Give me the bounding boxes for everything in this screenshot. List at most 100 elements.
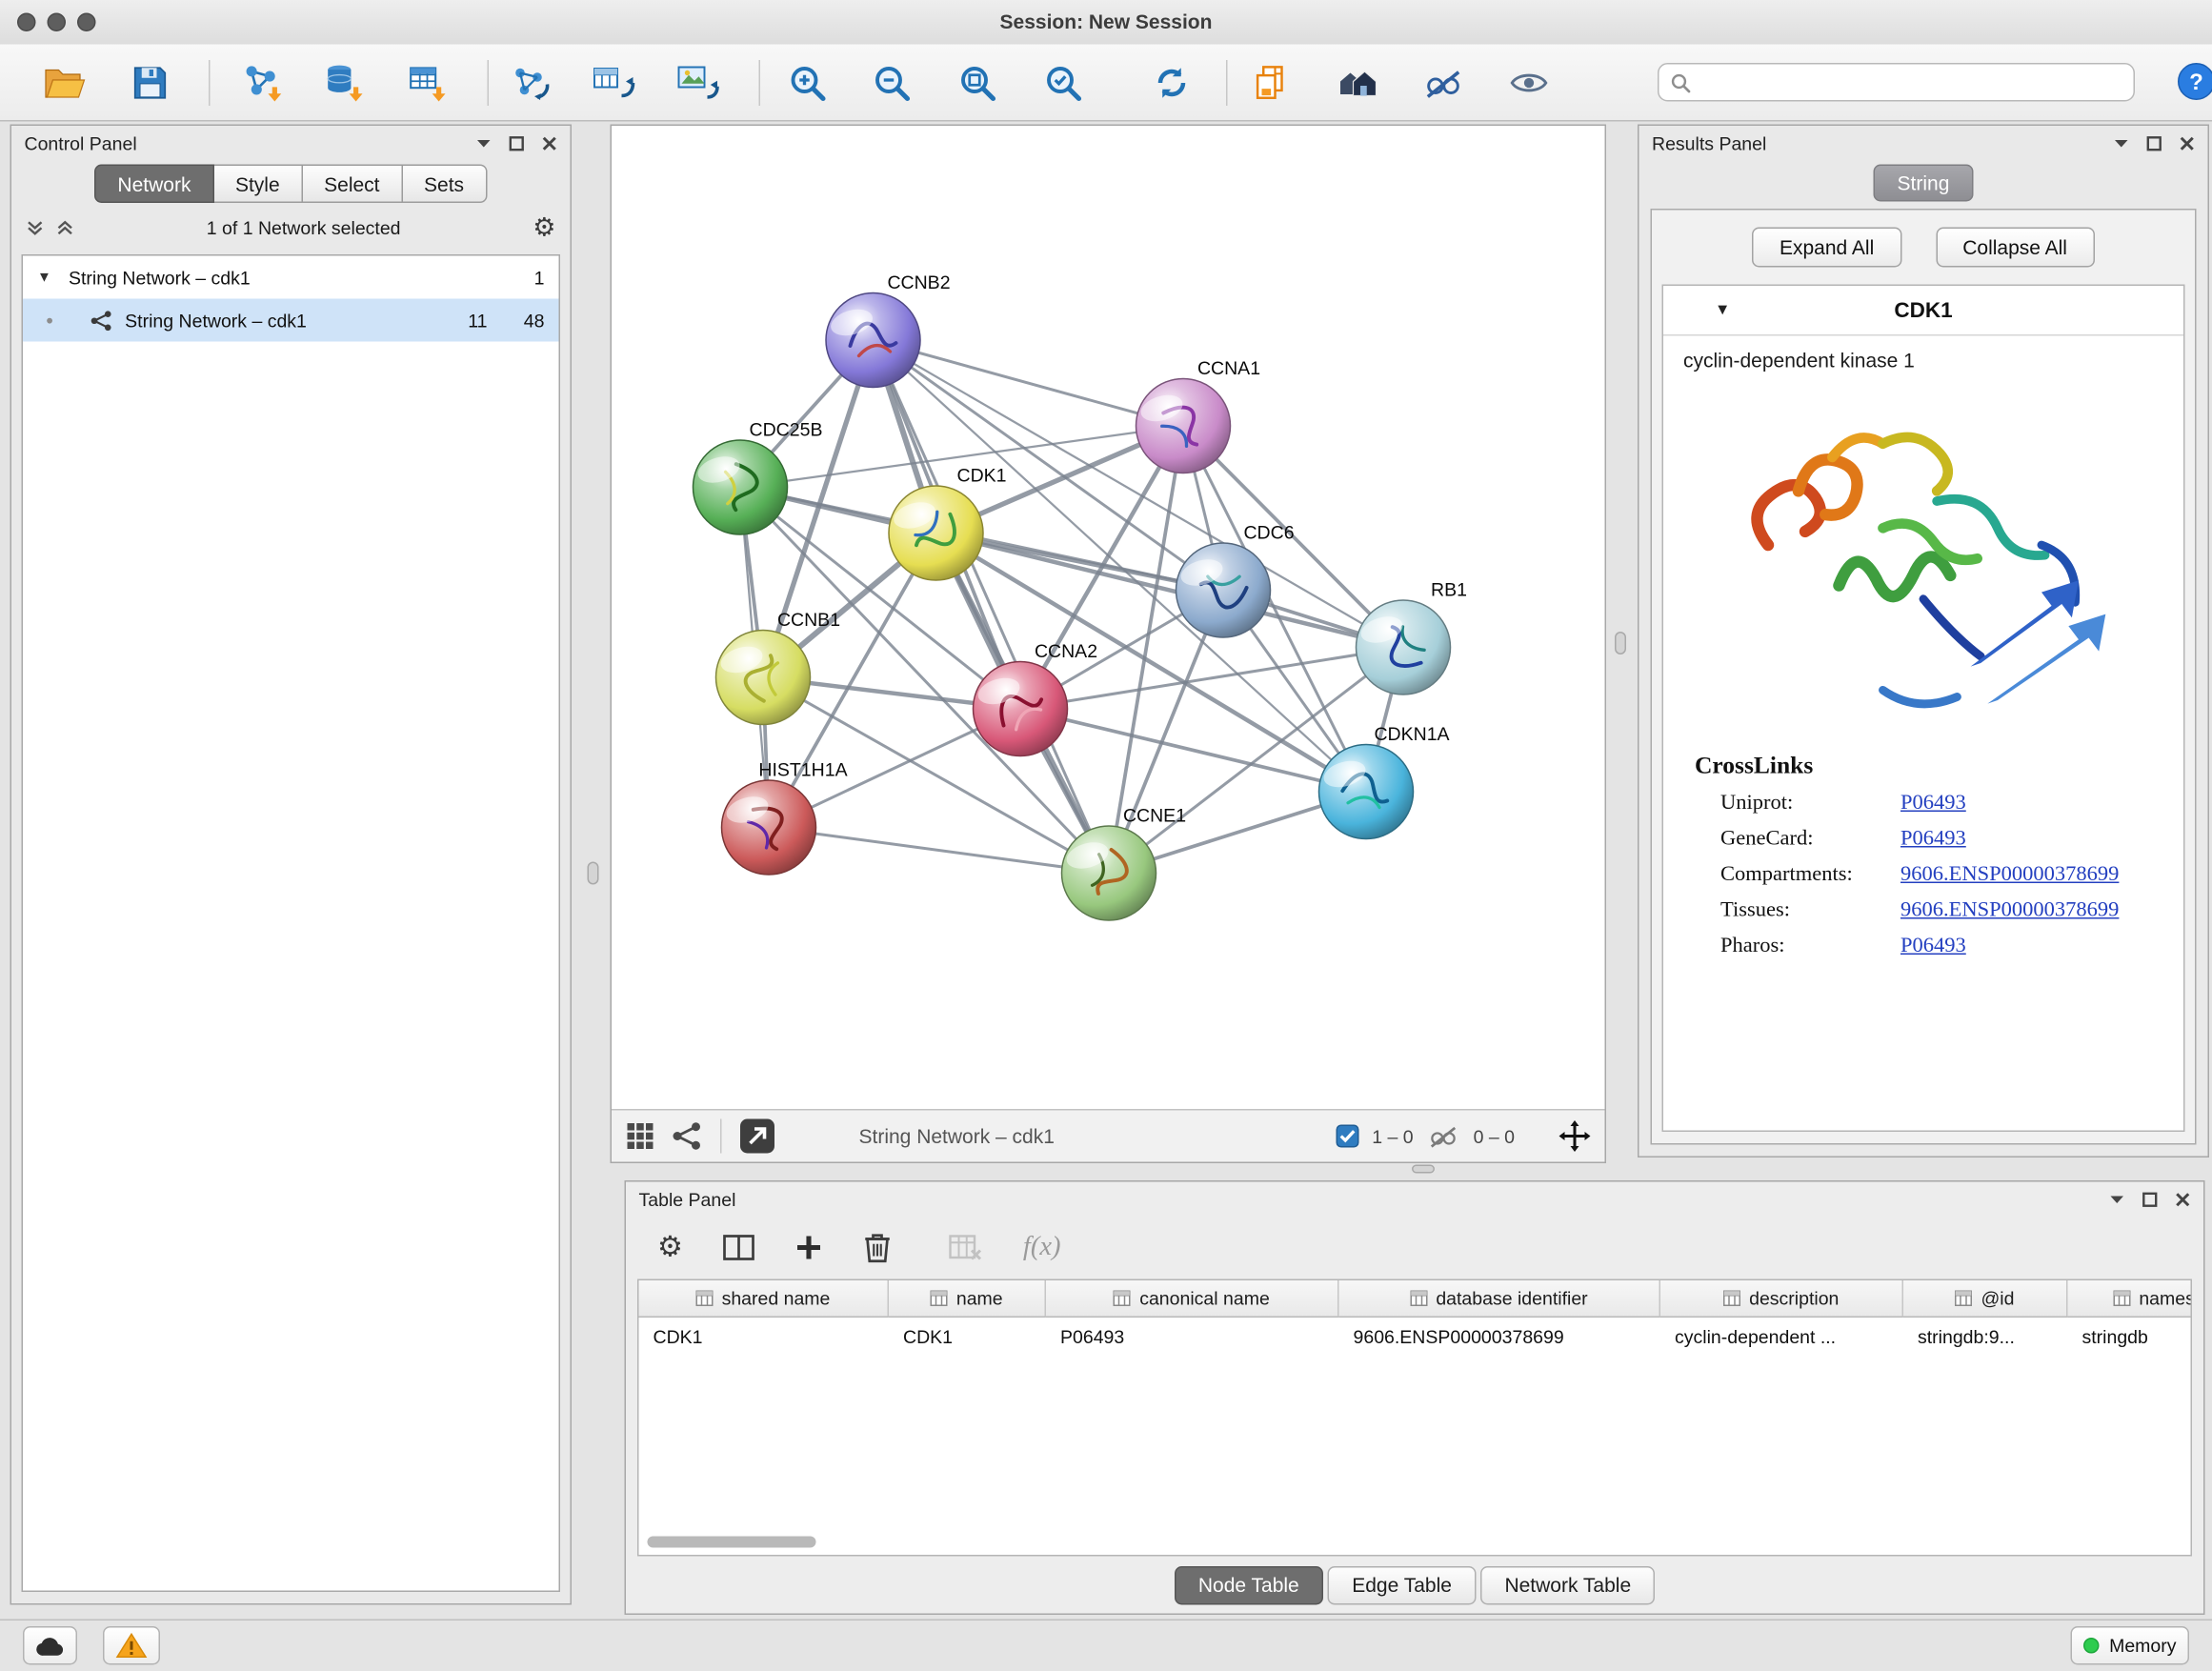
panel-menu-icon[interactable] bbox=[476, 137, 493, 149]
network-overview-button[interactable] bbox=[672, 1122, 703, 1151]
function-builder-button[interactable]: f(x) bbox=[1023, 1232, 1061, 1263]
column-header-database-identifier[interactable]: database identifier bbox=[1339, 1280, 1661, 1318]
cloud-status-button[interactable] bbox=[23, 1626, 77, 1665]
panel-float-icon[interactable] bbox=[509, 135, 525, 151]
add-column-button[interactable] bbox=[794, 1234, 823, 1262]
gear-icon[interactable]: ⚙ bbox=[533, 214, 555, 240]
zoom-fit-button[interactable] bbox=[945, 50, 1011, 115]
horizontal-scrollbar[interactable] bbox=[648, 1537, 816, 1548]
expand-all-networks-icon[interactable] bbox=[26, 218, 45, 237]
network-edge[interactable] bbox=[769, 828, 1109, 874]
zoom-out-button[interactable] bbox=[859, 50, 925, 115]
save-session-button[interactable] bbox=[117, 50, 183, 115]
collapse-all-button[interactable]: Collapse All bbox=[1936, 228, 2095, 268]
show-columns-button[interactable] bbox=[723, 1234, 754, 1262]
network-node-CDC25B[interactable] bbox=[694, 440, 788, 534]
network-node-CCNA1[interactable] bbox=[1136, 379, 1231, 473]
column-header-shared-name[interactable]: shared name bbox=[639, 1280, 890, 1318]
network-node-CDK1[interactable] bbox=[889, 486, 983, 580]
column-header-description[interactable]: description bbox=[1660, 1280, 1903, 1318]
hide-selected-button[interactable] bbox=[1411, 50, 1477, 115]
network-node-CDC6[interactable] bbox=[1176, 543, 1271, 637]
show-hidden-button[interactable] bbox=[1497, 50, 1562, 115]
search-input[interactable] bbox=[1699, 70, 2122, 95]
disclosure-triangle-icon[interactable]: ▼ bbox=[37, 270, 57, 286]
crosslink-link[interactable]: P06493 bbox=[1900, 828, 1966, 853]
delete-table-button-disabled[interactable] bbox=[949, 1234, 983, 1262]
network-canvas[interactable]: CCNB2CCNA1CDC25BCDK1CDC6RB1CCNB1CCNA2CDK… bbox=[612, 126, 1605, 1109]
splitter-grip[interactable] bbox=[1615, 632, 1626, 654]
tab-edge-table[interactable]: Edge Table bbox=[1328, 1565, 1477, 1604]
panel-menu-icon[interactable] bbox=[2114, 137, 2130, 149]
tab-select[interactable]: Select bbox=[303, 165, 403, 204]
network-node-CCNB2[interactable] bbox=[826, 293, 920, 388]
table-settings-gear-icon[interactable]: ⚙ bbox=[657, 1234, 683, 1262]
panel-close-icon[interactable] bbox=[542, 135, 558, 151]
column-header-name[interactable]: name bbox=[889, 1280, 1046, 1318]
network-node-CCNA2[interactable] bbox=[974, 662, 1068, 756]
hidden-eye-slash-icon[interactable] bbox=[1426, 1123, 1460, 1149]
tab-network-table[interactable]: Network Table bbox=[1480, 1565, 1656, 1604]
table-cell[interactable]: stringdb bbox=[2068, 1318, 2193, 1355]
help-button[interactable]: ? bbox=[2177, 62, 2212, 102]
column-header-namespace[interactable]: namespace bbox=[2068, 1280, 2193, 1318]
new-network-button[interactable] bbox=[499, 50, 565, 115]
import-table-file-button[interactable] bbox=[394, 50, 460, 115]
open-session-button[interactable] bbox=[31, 50, 97, 115]
tab-node-table[interactable]: Node Table bbox=[1174, 1565, 1323, 1604]
panel-close-icon[interactable] bbox=[2175, 1191, 2191, 1207]
zoom-selected-button[interactable] bbox=[1031, 50, 1096, 115]
network-edge[interactable] bbox=[874, 340, 1110, 874]
export-table-button[interactable] bbox=[582, 50, 648, 115]
export-image-button[interactable] bbox=[666, 50, 732, 115]
network-edge[interactable] bbox=[1020, 709, 1366, 792]
table-cell[interactable]: P06493 bbox=[1046, 1318, 1339, 1355]
network-node-HIST1H1A[interactable] bbox=[722, 780, 816, 875]
delete-column-button[interactable] bbox=[863, 1232, 892, 1263]
table-cell[interactable]: CDK1 bbox=[639, 1318, 890, 1355]
panel-float-icon[interactable] bbox=[2146, 135, 2162, 151]
string-tab-badge[interactable]: String bbox=[1873, 165, 1974, 202]
apply-layout-button[interactable] bbox=[1139, 50, 1205, 115]
import-network-database-button[interactable] bbox=[312, 50, 377, 115]
panel-close-icon[interactable] bbox=[2180, 135, 2196, 151]
table-cell[interactable]: cyclin-dependent ... bbox=[1660, 1318, 1903, 1355]
network-node-CCNB1[interactable] bbox=[716, 631, 811, 725]
search-box[interactable] bbox=[1658, 63, 2135, 102]
table-row[interactable]: CDK1 CDK1 P06493 9606.ENSP00000378699 cy… bbox=[639, 1318, 2191, 1355]
table-cell[interactable]: stringdb:9... bbox=[1903, 1318, 2068, 1355]
crosslink-link[interactable]: P06493 bbox=[1900, 935, 1966, 959]
splitter-grip[interactable] bbox=[1412, 1165, 1435, 1174]
table-cell[interactable]: 9606.ENSP00000378699 bbox=[1339, 1318, 1661, 1355]
crosslink-link[interactable]: 9606.ENSP00000378699 bbox=[1900, 899, 2119, 924]
network-node-RB1[interactable] bbox=[1357, 600, 1451, 695]
memory-button[interactable]: Memory bbox=[2071, 1626, 2189, 1665]
expand-all-button[interactable]: Expand All bbox=[1752, 228, 1900, 268]
panel-menu-icon[interactable] bbox=[2109, 1194, 2125, 1205]
warnings-button[interactable] bbox=[103, 1626, 160, 1665]
network-collection-row[interactable]: ▼ String Network – cdk1 1 bbox=[23, 256, 559, 299]
import-network-file-button[interactable] bbox=[229, 50, 294, 115]
splitter-grip[interactable] bbox=[588, 862, 599, 885]
pan-mode-button[interactable] bbox=[1559, 1120, 1591, 1152]
network-row-selected[interactable]: ● String Network – cdk1 11 48 bbox=[23, 299, 559, 342]
tab-sets[interactable]: Sets bbox=[403, 165, 488, 204]
tab-style[interactable]: Style bbox=[213, 165, 302, 204]
disclosure-triangle-icon[interactable]: ▼ bbox=[1715, 302, 1730, 319]
collapse-all-networks-icon[interactable] bbox=[56, 218, 75, 237]
crosslink-link[interactable]: P06493 bbox=[1900, 792, 1966, 816]
panel-float-icon[interactable] bbox=[2142, 1191, 2159, 1207]
copy-document-button[interactable] bbox=[1239, 50, 1305, 115]
selected-checkbox-icon[interactable] bbox=[1337, 1125, 1359, 1148]
network-node-CCNE1[interactable] bbox=[1062, 826, 1156, 920]
crosslink-link[interactable]: 9606.ENSP00000378699 bbox=[1900, 863, 2119, 888]
protein-card-header[interactable]: ▼ CDK1 bbox=[1663, 286, 2183, 336]
table-cell[interactable]: CDK1 bbox=[889, 1318, 1046, 1355]
home-button[interactable] bbox=[1325, 50, 1391, 115]
export-view-button[interactable] bbox=[739, 1117, 776, 1155]
zoom-in-button[interactable] bbox=[774, 50, 840, 115]
tab-network[interactable]: Network bbox=[94, 165, 213, 204]
birds-eye-view-button[interactable] bbox=[626, 1122, 654, 1151]
column-header-canonical-name[interactable]: canonical name bbox=[1046, 1280, 1339, 1318]
column-header-id[interactable]: @id bbox=[1903, 1280, 2068, 1318]
